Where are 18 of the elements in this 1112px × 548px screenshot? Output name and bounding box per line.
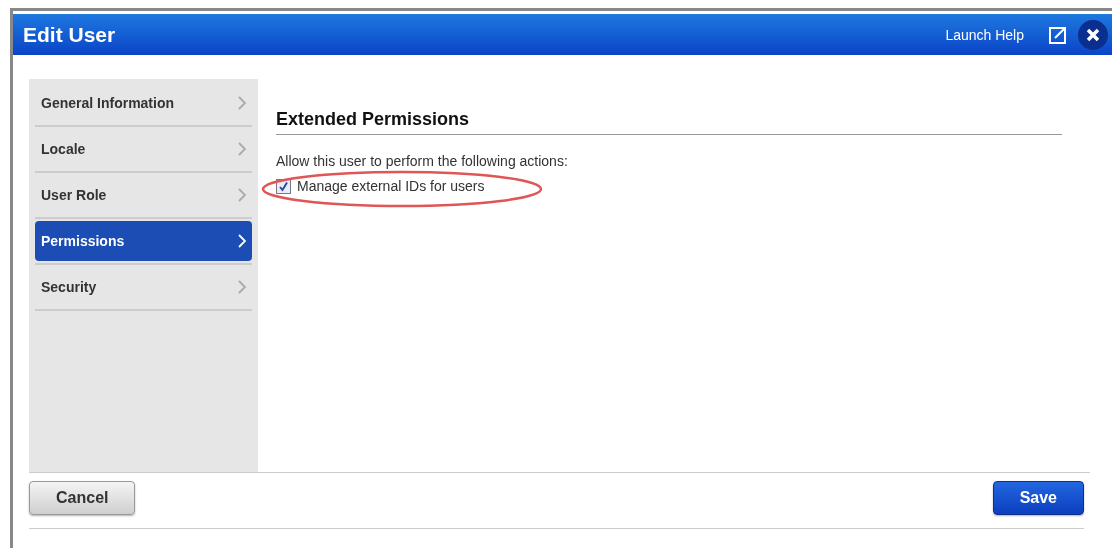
chevron-icon [238,234,246,248]
chevron-icon [238,188,246,202]
launch-help-link[interactable]: Launch Help [945,26,1024,43]
window-title: Edit User [23,22,117,47]
sidebar-item[interactable]: General Information [35,83,252,123]
section-title: Extended Permissions [276,109,1062,135]
close-icon[interactable] [1078,19,1108,50]
popout-icon[interactable] [1048,24,1068,45]
cancel-button[interactable]: Cancel [29,481,136,515]
sidebar-item[interactable]: Security [35,267,252,307]
chevron-icon [238,96,246,110]
chevron-icon [238,142,246,156]
sidebar-item[interactable]: User Role [35,175,252,215]
save-button[interactable]: Save [992,481,1084,515]
section-description: Allow this user to perform the following actions: [276,153,569,169]
checkbox-label: Manage external IDs for users [297,178,485,194]
sidebar-item[interactable]: Locale [35,129,252,169]
chevron-icon [238,280,246,294]
